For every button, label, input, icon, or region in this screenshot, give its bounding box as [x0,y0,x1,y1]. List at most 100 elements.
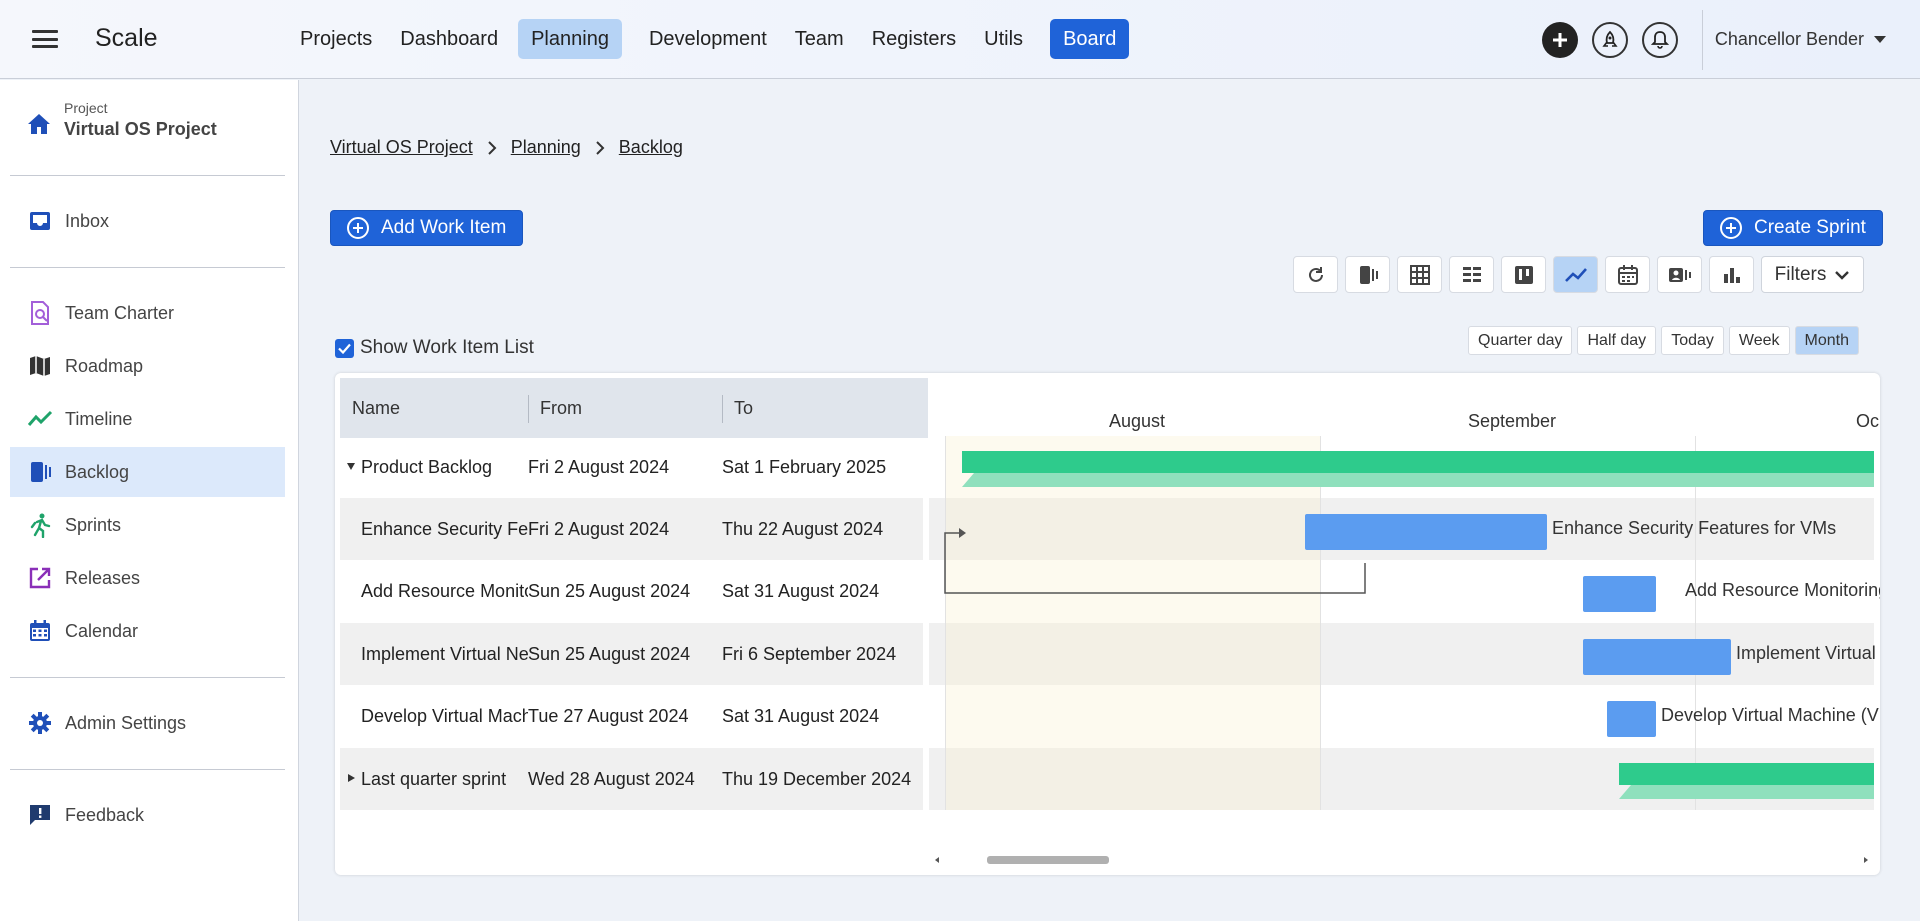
gantt-grid-header: Name From To [340,378,928,438]
calendar-icon [27,618,53,644]
month-label: September [1468,411,1557,431]
row-from: Tue 27 August 2024 [528,705,689,726]
filters-button[interactable]: Filters [1761,256,1864,293]
row-from: Sun 25 August 2024 [528,643,691,664]
task-bar[interactable] [1583,639,1731,675]
nav-dashboard[interactable]: Dashboard [387,19,511,59]
table-row[interactable]: Add Resource Monitoring and Alerts Sun 2… [340,560,923,622]
row-from: Fri 2 August 2024 [528,456,670,477]
row-name: Enhance Security Features for VMs [361,518,528,539]
sidebar-item-inbox[interactable]: Inbox [10,196,285,246]
task-bar[interactable] [1305,514,1547,550]
expand-icon[interactable] [348,773,355,782]
sprint-bar[interactable] [1619,763,1874,799]
notification-bell-icon[interactable] [1641,21,1678,58]
zoom-half-day[interactable]: Half day [1577,326,1657,355]
chevron-down-icon [1835,270,1850,280]
nav-development[interactable]: Development [636,19,780,59]
calendar-view-icon[interactable] [1605,256,1650,293]
show-work-item-list-checkbox[interactable] [335,338,354,358]
user-menu[interactable]: Chancellor Bender [1715,29,1886,50]
show-work-item-list[interactable]: Show Work Item List [335,337,534,359]
kanban-view-icon[interactable] [1501,256,1546,293]
sidebar-item-label: Team Charter [65,302,175,323]
add-icon[interactable] [1541,21,1578,58]
table-view-icon[interactable] [1397,256,1442,293]
table-row[interactable]: Enhance Security Features for VMs Fri 2 … [340,498,923,560]
gantt-chart: Name From To Product Backlog Fri 2 Augus… [335,373,1880,875]
nav-board-button[interactable]: Board [1050,19,1130,59]
breadcrumb-planning[interactable]: Planning [511,137,581,158]
zoom-month[interactable]: Month [1794,326,1859,355]
zoom-today[interactable]: Today [1661,326,1724,355]
row-to: Fri 6 September 2024 [722,643,897,664]
card-view-icon[interactable] [1657,256,1702,293]
filters-label: Filters [1774,263,1827,285]
home-icon [26,112,52,141]
nav-team[interactable]: Team [782,19,857,59]
column-header-from[interactable]: From [528,378,722,438]
month-label: Oc [1856,411,1880,431]
inbox-icon [27,208,53,234]
row-name: Develop Virtual Machine (VM) Management … [361,705,528,726]
sidebar-item-admin-settings[interactable]: Admin Settings [10,698,285,748]
breadcrumb-backlog[interactable]: Backlog [619,137,683,158]
chart-view-icon[interactable] [1709,256,1754,293]
show-work-item-list-label: Show Work Item List [360,337,534,358]
table-row[interactable]: Last quarter sprint Wed 28 August 2024 T… [340,748,923,810]
row-to: Sat 1 February 2025 [722,456,887,477]
dependency-arrow [944,528,1366,594]
task-bar-label: Enhance Security Features for VMs [1552,518,1837,538]
task-bar-label: Develop Virtual Machine (VM) Management … [1661,705,1880,725]
table-row[interactable]: Product Backlog Fri 2 August 2024 Sat 1 … [340,436,923,498]
table-row[interactable]: Implement Virtual Network Configuration … [340,623,923,685]
horizontal-scrollbar[interactable] [929,853,1874,867]
task-bar[interactable] [1607,701,1656,737]
row-name: Last quarter sprint [361,768,507,789]
row-name: Implement Virtual Network Configuration [361,643,528,664]
column-header-to[interactable]: To [722,378,928,438]
menu-icon[interactable] [32,28,58,50]
table-row[interactable]: Develop Virtual Machine (VM) Management … [340,685,923,747]
timeline-view-icon[interactable] [1553,256,1598,293]
sidebar-item-calendar[interactable]: Calendar [10,606,285,656]
rocket-icon[interactable] [1591,21,1628,58]
backlog-view-icon[interactable] [1345,256,1390,293]
running-person-icon [27,512,53,538]
sidebar-item-roadmap[interactable]: Roadmap [10,341,285,391]
sidebar-item-team-charter[interactable]: Team Charter [10,288,285,338]
gear-icon [27,710,53,736]
project-caption: Project [64,100,108,116]
breadcrumb-project[interactable]: Virtual OS Project [330,137,473,158]
nav-utils[interactable]: Utils [971,19,1036,59]
project-link[interactable]: Project Virtual OS Project [26,100,217,141]
list-view-icon[interactable] [1449,256,1494,293]
chevron-down-icon [1874,36,1886,43]
nav-projects[interactable]: Projects [287,19,385,59]
add-circle-icon [1720,217,1742,239]
row-from: Fri 2 August 2024 [528,518,670,539]
sidebar-item-backlog[interactable]: Backlog [10,447,285,497]
create-sprint-label: Create Sprint [1754,217,1866,238]
sidebar-item-feedback[interactable]: Feedback [10,790,285,840]
user-name: Chancellor Bender [1714,29,1864,49]
zoom-week[interactable]: Week [1728,326,1790,355]
task-bar[interactable] [1583,576,1656,612]
project-name: Virtual OS Project [64,119,217,139]
column-header-name[interactable]: Name [340,378,528,438]
sidebar-item-timeline[interactable]: Timeline [10,394,285,444]
collapse-icon[interactable] [347,462,355,470]
sidebar-item-sprints[interactable]: Sprints [10,500,285,550]
external-link-icon [27,565,53,591]
sidebar-item-label: Releases [65,567,141,588]
refresh-icon[interactable] [1293,256,1338,293]
zoom-quarter-day[interactable]: Quarter day [1468,326,1573,355]
sidebar-item-label: Sprints [65,514,122,535]
nav-planning[interactable]: Planning [518,19,622,59]
add-work-item-button[interactable]: Add Work Item [330,210,524,246]
create-sprint-button[interactable]: Create Sprint [1703,210,1883,246]
sidebar-item-releases[interactable]: Releases [10,553,285,603]
row-to: Thu 22 August 2024 [722,518,884,539]
nav-registers[interactable]: Registers [859,19,969,59]
sidebar-item-label: Calendar [65,620,139,641]
